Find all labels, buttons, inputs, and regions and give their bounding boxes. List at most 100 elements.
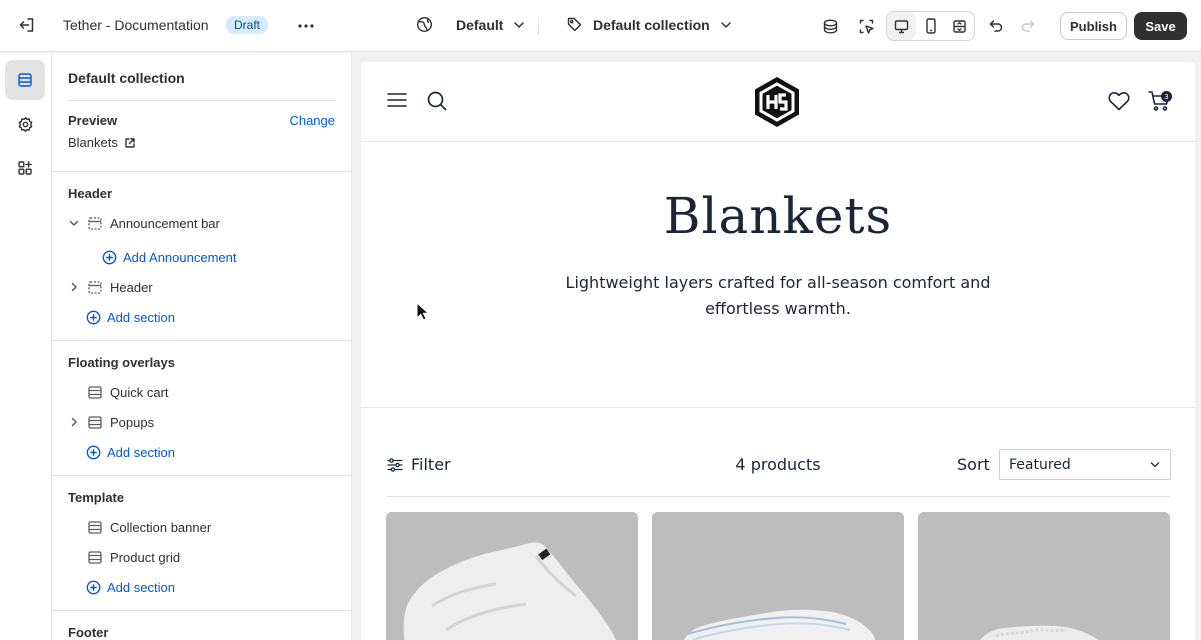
add-announcement-label: Add Announcement	[123, 249, 237, 265]
group-title-header: Header	[68, 186, 113, 201]
divider	[538, 17, 539, 35]
chevron-down-icon	[1150, 461, 1160, 468]
wishlist-heart-icon[interactable]	[1108, 91, 1130, 111]
undo-icon[interactable]	[982, 12, 1010, 40]
mobile-icon[interactable]	[916, 12, 945, 40]
left-rail	[0, 53, 52, 640]
template-selector-label: Default collection	[593, 16, 710, 33]
tag-icon	[566, 16, 583, 33]
exit-icon[interactable]	[13, 11, 41, 39]
template-selector[interactable]: Default collection	[566, 16, 732, 33]
theme-title: Tether - Documentation	[63, 17, 209, 33]
redo-icon[interactable]	[1014, 12, 1042, 40]
section-layout-icon	[88, 415, 104, 429]
section-row-label: Product grid	[110, 549, 181, 565]
chevron-down-icon	[720, 21, 732, 29]
product-image	[918, 512, 1170, 640]
globe-icon	[416, 16, 433, 33]
chevron-right-icon[interactable]	[68, 416, 80, 428]
section-row-popups[interactable]: Popups	[68, 407, 336, 437]
sort-select-value: Featured	[1009, 456, 1071, 473]
sidebar-title: Default collection	[68, 70, 185, 86]
section-layout-icon	[88, 385, 104, 399]
preview-label: Preview	[68, 113, 118, 128]
desktop-icon[interactable]	[887, 12, 916, 40]
section-row-label: Header	[110, 279, 153, 295]
divider	[52, 610, 351, 611]
section-row-label: Announcement bar	[110, 215, 220, 231]
preview-value-label: Blankets	[68, 135, 118, 150]
section-row-label: Quick cart	[110, 384, 169, 400]
mouse-cursor	[416, 302, 429, 321]
product-image	[386, 512, 638, 640]
search-icon[interactable]	[427, 91, 447, 111]
section-layout-icon	[88, 550, 104, 564]
divider	[52, 340, 351, 341]
divider	[52, 171, 351, 172]
section-layout-icon	[88, 520, 104, 534]
chevron-down-icon[interactable]	[68, 217, 80, 229]
section-row-product-grid[interactable]: Product grid	[68, 542, 336, 572]
group-title-footer: Footer	[68, 625, 109, 640]
store-preview: 3 Blankets Lightweight layers crafted fo…	[361, 62, 1195, 640]
plus-circle-icon	[102, 250, 117, 265]
section-layout-icon	[88, 280, 104, 294]
section-row-label: Popups	[110, 414, 155, 430]
store-header: 3	[361, 62, 1195, 142]
publish-button[interactable]: Publish	[1060, 12, 1127, 40]
preview-change-link[interactable]: Change	[289, 113, 335, 128]
product-card[interactable]	[386, 512, 638, 640]
top-bar: Tether - Documentation Draft Default Def…	[0, 0, 1201, 52]
plus-circle-icon	[86, 445, 101, 460]
divider	[386, 496, 1170, 497]
add-announcement-button[interactable]: Add Announcement	[102, 244, 236, 270]
locale-selector[interactable]: Default	[416, 16, 525, 33]
sections-icon[interactable]	[5, 60, 45, 100]
menu-icon[interactable]	[387, 92, 407, 108]
add-section-button[interactable]: Add section	[86, 574, 175, 600]
database-icon[interactable]	[816, 12, 844, 40]
chevron-right-icon[interactable]	[68, 281, 80, 293]
section-row-header[interactable]: Header	[68, 272, 336, 302]
group-title-template: Template	[68, 490, 125, 505]
apps-icon[interactable]	[5, 148, 45, 188]
plus-circle-icon	[86, 310, 101, 325]
section-layout-icon	[88, 216, 104, 230]
collection-title: Blankets	[663, 187, 893, 245]
preview-value-link[interactable]: Blankets	[68, 135, 136, 150]
external-link-icon	[124, 137, 136, 149]
locale-selector-label: Default	[456, 16, 504, 33]
device-toggle-group	[886, 11, 975, 41]
section-row-collection-banner[interactable]: Collection banner	[68, 512, 336, 542]
add-section-button[interactable]: Add section	[86, 304, 175, 330]
section-row-label: Collection banner	[110, 519, 212, 535]
add-section-button[interactable]: Add section	[86, 439, 175, 465]
more-actions-icon[interactable]	[292, 12, 320, 40]
cart-icon[interactable]: 3	[1148, 89, 1172, 113]
add-section-label: Add section	[107, 309, 175, 325]
inspector-select-icon[interactable]	[852, 12, 880, 40]
product-card[interactable]	[918, 512, 1170, 640]
chevron-down-icon	[513, 21, 525, 29]
collection-description: Lightweight layers crafted for all-seaso…	[565, 273, 991, 318]
cart-count-badge: 3	[1161, 91, 1172, 102]
status-badge: Draft	[226, 16, 269, 34]
divider	[68, 100, 336, 101]
product-card[interactable]	[652, 512, 904, 640]
sort-label: Sort	[957, 455, 990, 474]
add-section-label: Add section	[107, 579, 175, 595]
divider	[52, 475, 351, 476]
product-image	[652, 512, 904, 640]
fullscreen-icon[interactable]	[945, 12, 974, 40]
store-logo[interactable]	[751, 76, 803, 128]
sidebar: Default collection Preview Change Blanke…	[52, 53, 352, 640]
section-row-announcement-bar[interactable]: Announcement bar	[68, 208, 336, 238]
section-row-quick-cart[interactable]: Quick cart	[68, 377, 336, 407]
sort-select[interactable]: Featured	[999, 449, 1171, 480]
plus-circle-icon	[86, 580, 101, 595]
save-button[interactable]: Save	[1134, 12, 1187, 40]
settings-gear-icon[interactable]	[5, 104, 45, 144]
divider	[361, 407, 1195, 408]
add-section-label: Add section	[107, 444, 175, 460]
group-title-floating-overlays: Floating overlays	[68, 355, 175, 370]
